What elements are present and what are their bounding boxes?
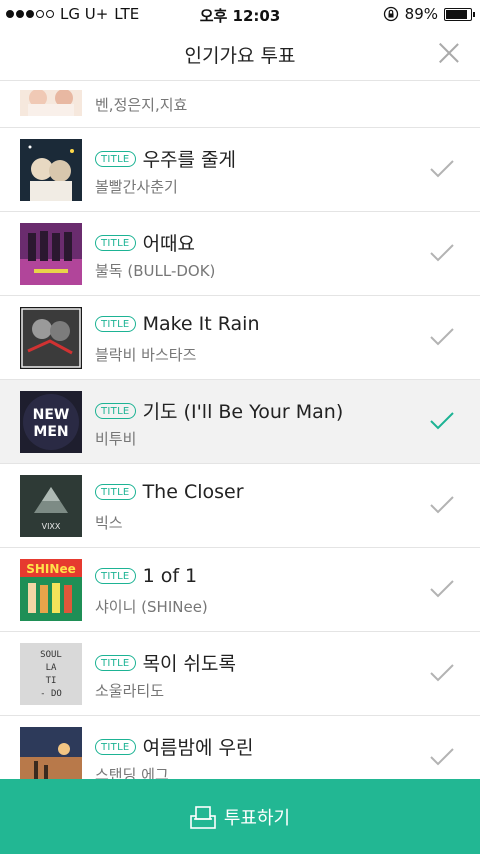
check-icon[interactable] [429, 578, 455, 600]
ballot-box-icon [190, 805, 216, 829]
svg-text:TI: TI [46, 676, 57, 686]
battery-icon [444, 7, 475, 21]
title-badge: TITLE [95, 654, 136, 671]
vote-button-label: 투표하기 [223, 807, 291, 829]
check-icon-selected[interactable] [429, 410, 455, 432]
page-title: 인기가요 투표 [184, 45, 296, 67]
status-bar: LG U+ LTE 오후 12:03 89% [0, 0, 480, 28]
check-icon[interactable] [429, 746, 455, 768]
battery-percent: 89% [404, 5, 438, 23]
song-title-line: TITLE 우주를 줄게 [95, 145, 236, 172]
artist-name: 빅스 [95, 514, 123, 532]
svg-text:MEN: MEN [33, 424, 68, 440]
check-icon[interactable] [429, 242, 455, 264]
check-icon[interactable] [429, 494, 455, 516]
song-title-line: TITLE 1 of 1 [95, 565, 197, 587]
artist-name: 벤,정은지,지효 [95, 96, 188, 114]
svg-text:VIXX: VIXX [42, 522, 61, 531]
check-icon[interactable] [429, 662, 455, 684]
artist-name: 샤이니 (SHINee) [95, 598, 208, 616]
check-icon[interactable] [429, 326, 455, 348]
song-title-line: TITLE 여름밤에 우린 [95, 733, 253, 760]
album-art [20, 90, 82, 116]
title-badge: TITLE [95, 738, 136, 755]
album-art [20, 139, 82, 201]
title-badge: TITLE [95, 402, 136, 419]
album-art: SHINee [20, 559, 82, 621]
svg-text:- DO: - DO [40, 689, 62, 699]
song-row[interactable]: TITLE Make It Rain 블락비 바스타즈 [0, 296, 480, 380]
album-art: NEW MEN [20, 391, 82, 453]
song-title-line: TITLE The Closer [95, 481, 244, 503]
song-title: 어때요 [142, 233, 196, 255]
album-art [20, 223, 82, 285]
song-title: Make It Rain [142, 313, 260, 335]
svg-text:SOUL: SOUL [40, 650, 62, 660]
vote-button[interactable]: 투표하기 [0, 779, 480, 854]
album-art: SOUL LA TI - DO [20, 643, 82, 705]
check-icon[interactable] [429, 158, 455, 180]
song-row[interactable]: VIXX TITLE The Closer 빅스 [0, 464, 480, 548]
status-right: 89% [383, 5, 475, 23]
artist-name: 볼빨간사춘기 [95, 178, 178, 196]
song-title-line: TITLE 어때요 [95, 229, 195, 256]
artist-name: 비투비 [95, 430, 137, 448]
song-row[interactable]: SHINee TITLE 1 of 1 샤이니 (SHINee) [0, 548, 480, 632]
artist-name: 불독 (BULL-DOK) [95, 262, 216, 280]
song-title-line: TITLE Make It Rain [95, 313, 260, 335]
song-title: 1 of 1 [142, 565, 198, 587]
title-badge: TITLE [95, 568, 136, 584]
nav-bar: 인기가요 투표 [0, 28, 480, 81]
song-row[interactable]: TITLE 어때요 불독 (BULL-DOK) [0, 212, 480, 296]
album-art: VIXX [20, 475, 82, 537]
svg-text:SHINee: SHINee [26, 562, 75, 576]
song-title: 목이 쉬도록 [142, 653, 237, 675]
song-row[interactable]: SOUL LA TI - DO TITLE 목이 쉬도록 소울라티도 [0, 632, 480, 716]
close-icon[interactable] [438, 42, 460, 64]
song-title: 우주를 줄게 [142, 149, 237, 171]
album-art [20, 307, 82, 369]
song-row-selected[interactable]: NEW MEN TITLE 기도 (I'll Be Your Man) 비투비 [0, 380, 480, 464]
artist-name: 블락비 바스타즈 [95, 346, 197, 364]
song-title: 여름밤에 우린 [142, 737, 254, 759]
title-badge: TITLE [95, 316, 136, 332]
song-list[interactable]: 벤,정은지,지효 TITLE 우주를 줄게 볼빨간사춘기 TITLE 어때요 불… [0, 43, 480, 800]
title-badge: TITLE [95, 484, 136, 500]
artist-name: 소울라티도 [95, 682, 165, 700]
song-title: 기도 (I'll Be Your Man) [142, 401, 344, 423]
title-badge: TITLE [95, 150, 136, 167]
song-row[interactable]: TITLE 우주를 줄게 볼빨간사춘기 [0, 128, 480, 212]
svg-text:LA: LA [46, 663, 57, 673]
title-badge: TITLE [95, 234, 136, 251]
song-title-line: TITLE 기도 (I'll Be Your Man) [95, 397, 343, 424]
svg-text:NEW: NEW [33, 407, 70, 423]
song-title-line: TITLE 목이 쉬도록 [95, 649, 236, 676]
orientation-lock-icon [383, 6, 398, 22]
song-title: The Closer [142, 481, 244, 503]
